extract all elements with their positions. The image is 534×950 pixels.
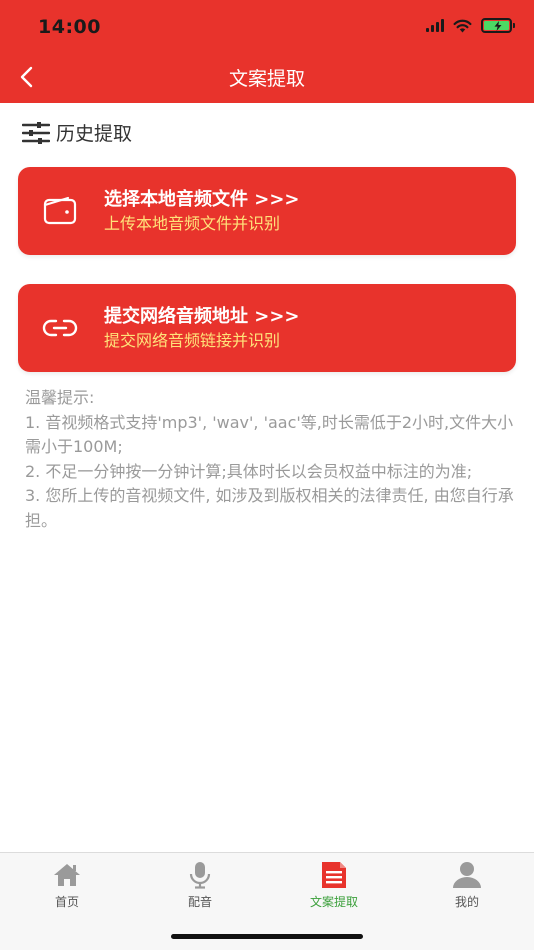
tab-dubbing[interactable]: 配音	[155, 861, 245, 910]
history-label: 历史提取	[56, 123, 133, 145]
wifi-icon	[453, 19, 472, 32]
card-subtitle: 提交网络音频链接并识别	[104, 331, 281, 350]
submit-audio-url-button[interactable]: 提交网络音频地址 >>> 提交网络音频链接并识别	[18, 284, 516, 372]
link-icon	[42, 319, 78, 337]
tab-home[interactable]: 首页	[22, 861, 112, 910]
tab-label: 配音	[187, 895, 212, 909]
status-time: 14:00	[38, 16, 101, 38]
tab-label: 首页	[54, 895, 79, 909]
card-title: 提交网络音频地址 >>>	[104, 306, 300, 327]
tips-line: 2. 不足一分钟按一分钟计算;具体时长以会员权益中标注的为准;	[25, 461, 473, 481]
sliders-icon	[22, 121, 50, 144]
tab-label: 文案提取	[309, 895, 358, 909]
document-icon	[322, 862, 346, 888]
status-indicators	[426, 18, 515, 33]
cellular-signal-icon	[426, 19, 444, 32]
tab-profile[interactable]: 我的	[422, 861, 512, 910]
card-subtitle: 上传本地音频文件并识别	[104, 214, 281, 233]
select-local-audio-button[interactable]: 选择本地音频文件 >>> 上传本地音频文件并识别	[18, 167, 516, 255]
user-icon	[453, 862, 481, 888]
battery-icon	[481, 18, 515, 33]
tips-section: 温馨提示: 1. 音视频格式支持'mp3', 'wav', 'aac'等,时长需…	[25, 386, 515, 533]
page-title: 文案提取	[228, 68, 305, 90]
history-button[interactable]: 历史提取	[22, 119, 132, 146]
tips-line: 3. 您所上传的音视频文件, 如涉及到版权相关的法律责任, 由您自行承担。	[25, 486, 514, 530]
wallet-icon	[43, 196, 77, 225]
tips-heading: 温馨提示:	[25, 388, 95, 407]
microphone-icon	[189, 862, 211, 889]
home-icon	[54, 864, 80, 886]
tips-line: 1. 音视频格式支持'mp3', 'wav', 'aac'等,时长需低于2小时,…	[25, 412, 514, 457]
header: 14:00 文案提取	[0, 0, 534, 103]
tab-text-extract[interactable]: 文案提取	[289, 861, 379, 910]
home-indicator	[171, 934, 363, 939]
tab-label: 我的	[454, 895, 479, 909]
card-title: 选择本地音频文件 >>>	[104, 189, 300, 210]
